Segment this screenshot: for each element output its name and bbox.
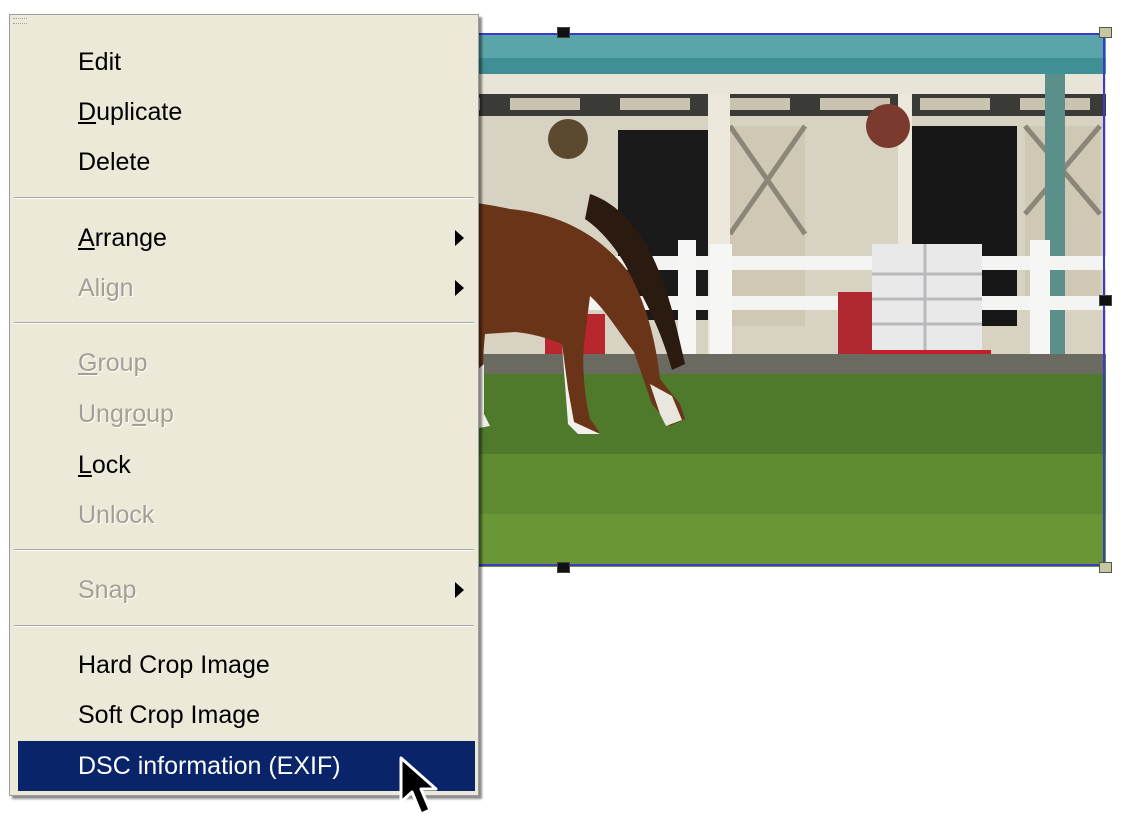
accelerator-key: D: [78, 98, 97, 126]
menu-separator: [14, 549, 474, 551]
menu-grip-icon: [13, 18, 27, 24]
menu-item-label: Unlock: [78, 501, 155, 529]
menu-item-hard-crop-image[interactable]: Hard Crop Image: [18, 640, 475, 690]
canvas[interactable]: Edit Duplicate Delete Arrange Align Grou…: [0, 0, 1124, 821]
submenu-arrow-icon: [455, 230, 464, 246]
menu-item-label: Hard Crop Image: [78, 651, 270, 679]
menu-separator: [14, 322, 474, 324]
menu-item-label: Align: [78, 274, 134, 302]
submenu-arrow-icon: [455, 582, 464, 598]
menu-separator: [14, 625, 474, 627]
menu-item-label: Snap: [78, 576, 137, 604]
menu-item-group[interactable]: Group: [18, 338, 475, 388]
submenu-arrow-icon: [455, 280, 464, 296]
menu-item-lock[interactable]: Lock: [18, 440, 475, 490]
resize-handle-top-right[interactable]: [1099, 27, 1112, 38]
resize-handle-bottom-right[interactable]: [1099, 562, 1112, 573]
menu-item-snap[interactable]: Snap: [18, 565, 475, 615]
menu-item-align[interactable]: Align: [18, 263, 475, 313]
accelerator-key: o: [132, 400, 147, 428]
resize-handle-top[interactable]: [557, 27, 570, 38]
menu-item-label: Delete: [78, 148, 151, 176]
menu-item-label: DSC information (EXIF): [78, 752, 341, 780]
accelerator-key: L: [78, 451, 92, 479]
menu-item-delete[interactable]: Delete: [18, 137, 475, 187]
menu-separator: [14, 197, 474, 199]
context-menu: Edit Duplicate Delete Arrange Align Grou…: [9, 14, 479, 796]
accelerator-key: A: [78, 224, 95, 252]
arrow-pointer-icon: [399, 756, 438, 816]
resize-handle-bottom[interactable]: [557, 562, 570, 573]
menu-item-label: Edit: [78, 48, 122, 76]
menu-item-edit[interactable]: Edit: [18, 37, 475, 87]
menu-item-arrange[interactable]: Arrange: [18, 213, 475, 263]
menu-item-ungroup[interactable]: Ungroup: [18, 389, 475, 439]
menu-item-duplicate[interactable]: Duplicate: [18, 87, 475, 137]
accelerator-key: G: [78, 349, 98, 377]
menu-item-label: Soft Crop Image: [78, 701, 261, 729]
menu-item-unlock[interactable]: Unlock: [18, 490, 475, 540]
menu-item-soft-crop-image[interactable]: Soft Crop Image: [18, 690, 475, 740]
resize-handle-right[interactable]: [1099, 295, 1112, 306]
